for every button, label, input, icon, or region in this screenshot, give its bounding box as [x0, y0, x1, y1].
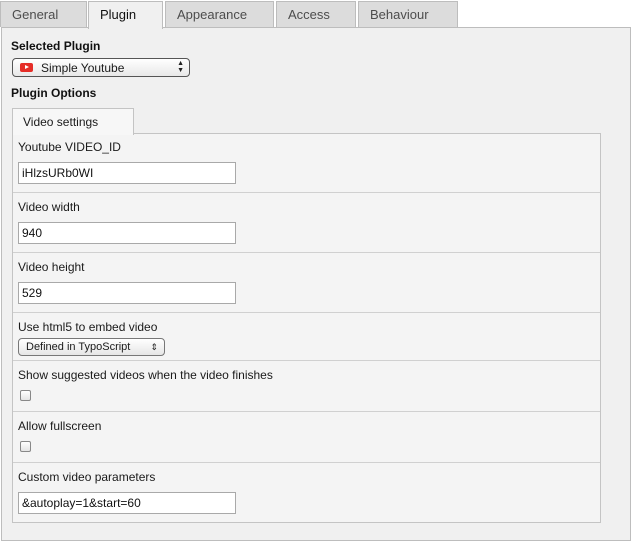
tab-appearance[interactable]: Appearance — [165, 1, 274, 27]
selected-plugin-heading: Selected Plugin — [11, 39, 101, 53]
video-width-input[interactable] — [18, 222, 236, 244]
video-height-row: Video height — [13, 253, 600, 313]
tab-behaviour[interactable]: Behaviour — [358, 1, 458, 27]
video-width-row: Video width — [13, 193, 600, 253]
custom-params-input[interactable] — [18, 492, 236, 514]
select-arrows-icon: ⇕ — [150, 342, 158, 352]
html5-row: Use html5 to embed video Defined in Typo… — [13, 313, 600, 361]
fullscreen-label: Allow fullscreen — [18, 419, 102, 433]
video-id-input[interactable] — [18, 162, 236, 184]
tab-video-settings[interactable]: Video settings — [12, 108, 134, 135]
custom-params-label: Custom video parameters — [18, 470, 156, 484]
video-id-label: Youtube VIDEO_ID — [18, 140, 121, 154]
fullscreen-row: Allow fullscreen — [13, 412, 600, 463]
tab-access[interactable]: Access — [276, 1, 356, 27]
select-arrows-icon: ▲ ▼ — [177, 60, 184, 74]
plugin-select[interactable]: Simple Youtube ▲ ▼ — [12, 58, 190, 77]
suggested-videos-label: Show suggested videos when the video fin… — [18, 368, 273, 382]
plugin-select-value: Simple Youtube — [41, 61, 125, 75]
video-id-row: Youtube VIDEO_ID — [13, 133, 600, 193]
suggested-videos-row: Show suggested videos when the video fin… — [13, 361, 600, 412]
youtube-icon — [20, 63, 33, 72]
tab-plugin[interactable]: Plugin — [88, 1, 163, 29]
plugin-options-heading: Plugin Options — [11, 86, 97, 100]
custom-params-row: Custom video parameters — [13, 463, 600, 522]
video-height-input[interactable] — [18, 282, 236, 304]
tab-general[interactable]: General — [0, 1, 87, 27]
fullscreen-checkbox[interactable] — [20, 441, 31, 452]
tab-bar: General Plugin Appearance Access Behavio… — [0, 0, 633, 29]
html5-select-value: Defined in TypoScript — [26, 341, 131, 353]
video-height-label: Video height — [18, 260, 85, 274]
html5-label: Use html5 to embed video — [18, 320, 158, 334]
suggested-videos-checkbox[interactable] — [20, 390, 31, 401]
html5-select[interactable]: Defined in TypoScript ⇕ — [18, 338, 165, 356]
video-width-label: Video width — [18, 200, 80, 214]
